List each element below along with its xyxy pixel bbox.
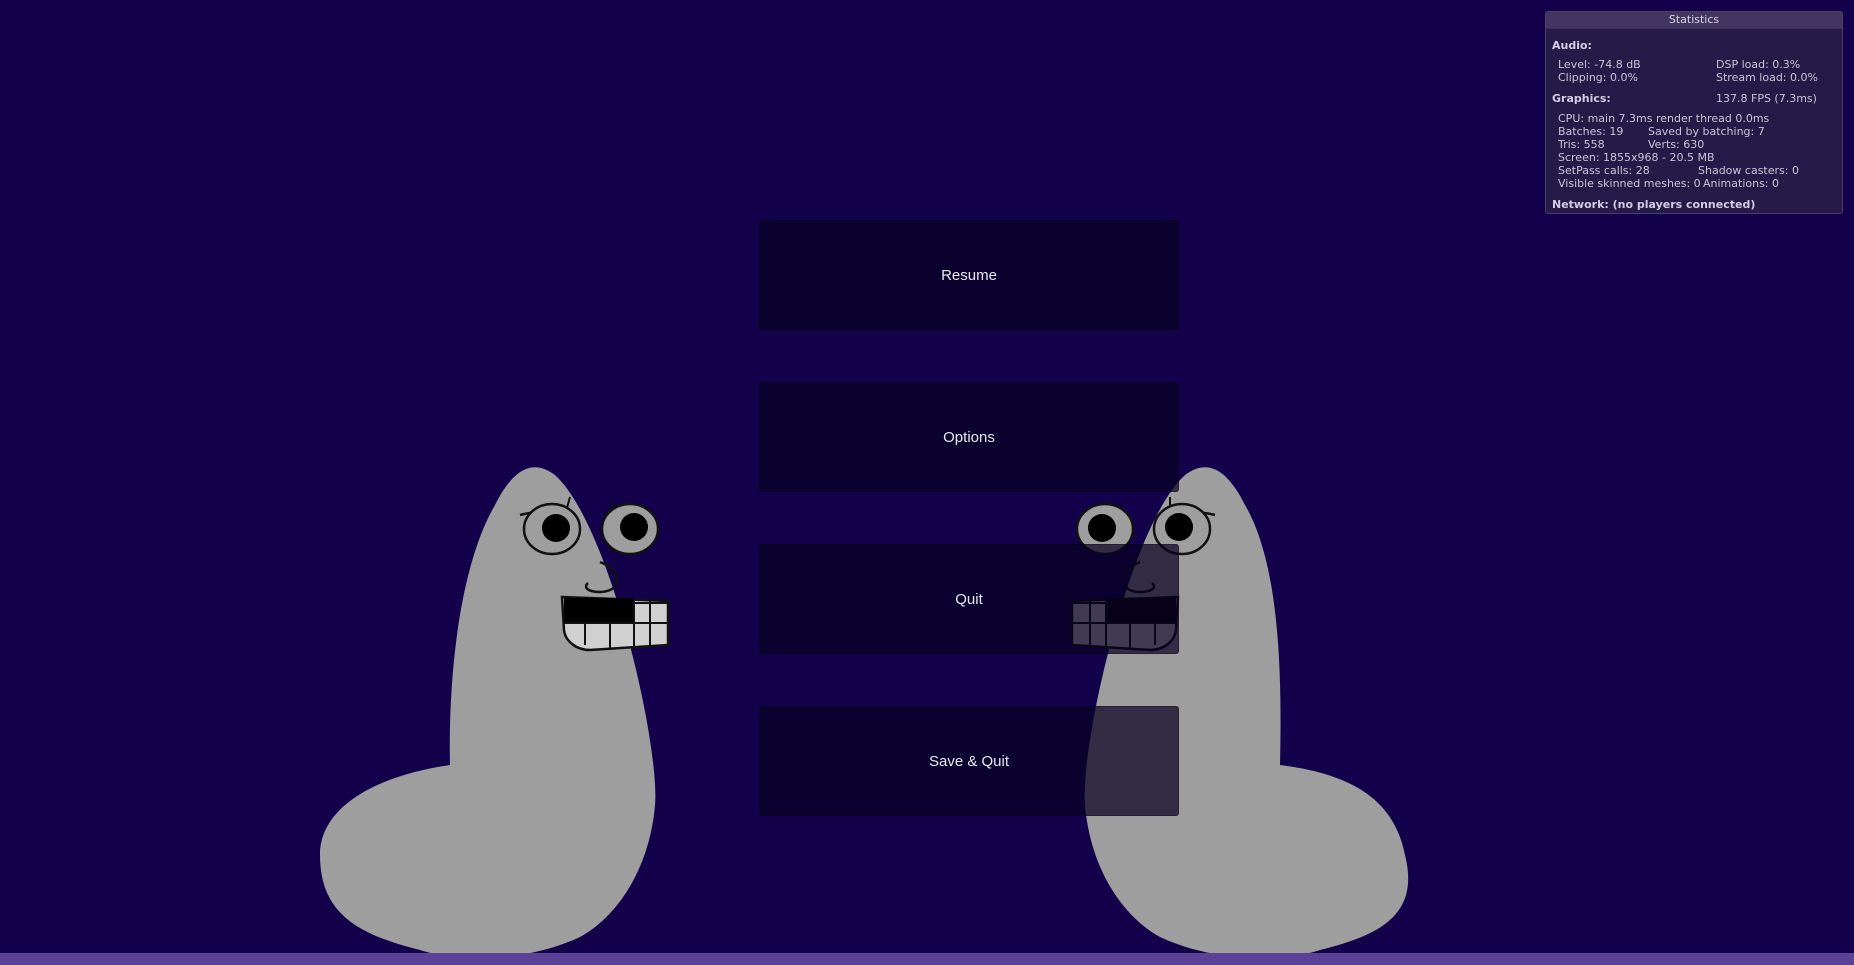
resume-button[interactable]: Resume (759, 220, 1179, 330)
save-quit-button[interactable]: Save & Quit (759, 706, 1179, 816)
stream-load: Stream load: 0.0% (1716, 71, 1818, 84)
shadow-casters: Shadow casters: 0 (1698, 164, 1799, 177)
fps-readout: 137.8 FPS (7.3ms) (1716, 92, 1817, 105)
verts: Verts: 630 (1648, 138, 1705, 151)
quit-label: Quit (955, 590, 983, 608)
quit-button[interactable]: Quit (759, 544, 1179, 654)
batches: Batches: 19 (1558, 125, 1624, 138)
setpass-calls: SetPass calls: 28 (1558, 164, 1650, 177)
options-label: Options (943, 428, 995, 446)
animations: Animations: 0 (1703, 177, 1780, 190)
skinned-meshes: Visible skinned meshes: 0 (1558, 177, 1701, 190)
audio-level: Level: -74.8 dB (1558, 58, 1641, 71)
bottom-bar (0, 953, 1854, 965)
creature-right (1070, 467, 1409, 955)
screen-info: Screen: 1855x968 - 20.5 MB (1558, 151, 1715, 164)
statistics-panel: Statistics Audio: Level: -74.8 dB DSP lo… (1545, 11, 1843, 214)
save-quit-label: Save & Quit (928, 752, 1010, 770)
game-scene: Resume Options Quit Save & Quit Statisti… (0, 0, 1854, 965)
saved-by-batching: Saved by batching: 7 (1648, 125, 1765, 138)
network-status: Network: (no players connected) (1552, 198, 1756, 211)
cpu-time: CPU: main 7.3ms render thread 0.0ms (1558, 112, 1770, 125)
audio-clipping: Clipping: 0.0% (1558, 71, 1638, 84)
graphics-heading: Graphics: (1552, 92, 1611, 105)
options-button[interactable]: Options (759, 382, 1179, 492)
audio-heading: Audio: (1552, 39, 1592, 52)
resume-label: Resume (941, 266, 997, 284)
creature-left (320, 467, 670, 955)
tris: Tris: 558 (1558, 138, 1605, 151)
dsp-load: DSP load: 0.3% (1716, 58, 1801, 71)
statistics-title: Statistics (1546, 12, 1842, 29)
